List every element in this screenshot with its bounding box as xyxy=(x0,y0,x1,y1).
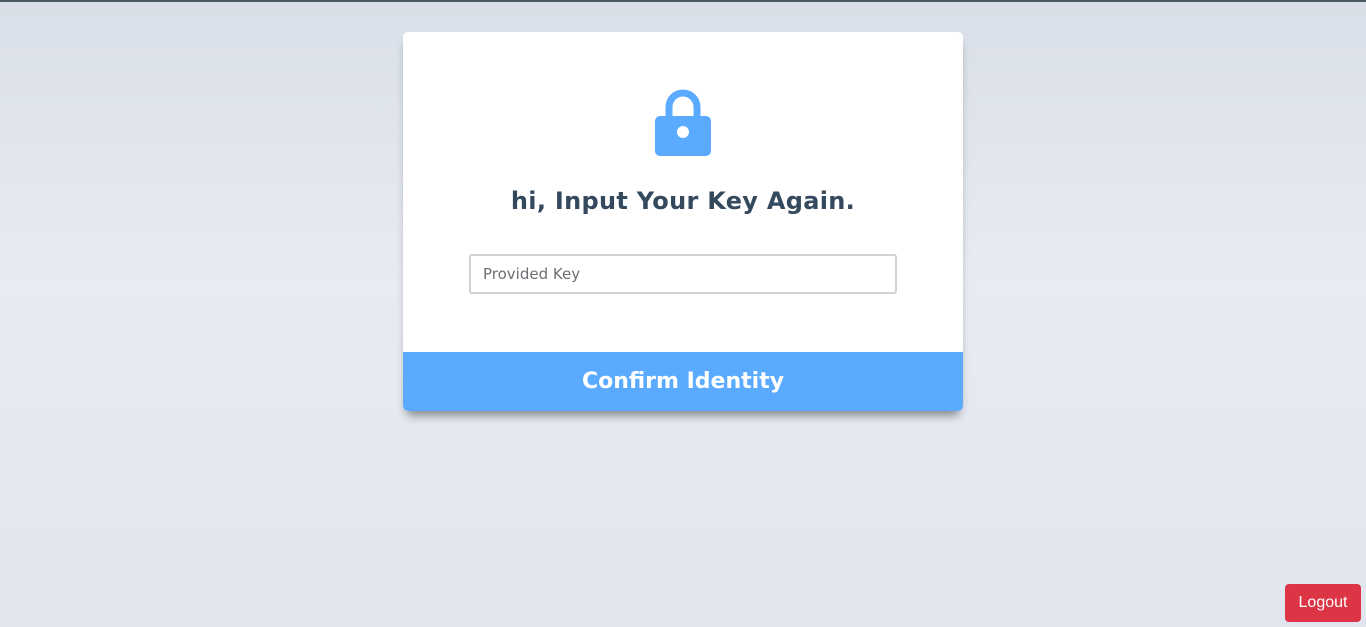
key-confirm-card: hi, Input Your Key Again. Confirm Identi… xyxy=(403,32,963,411)
provided-key-input[interactable] xyxy=(469,254,897,294)
confirm-identity-button[interactable]: Confirm Identity xyxy=(403,352,963,411)
logout-button[interactable]: Logout xyxy=(1285,584,1361,622)
lock-icon xyxy=(655,85,711,157)
top-border xyxy=(0,0,1366,2)
page-title: hi, Input Your Key Again. xyxy=(510,187,856,215)
